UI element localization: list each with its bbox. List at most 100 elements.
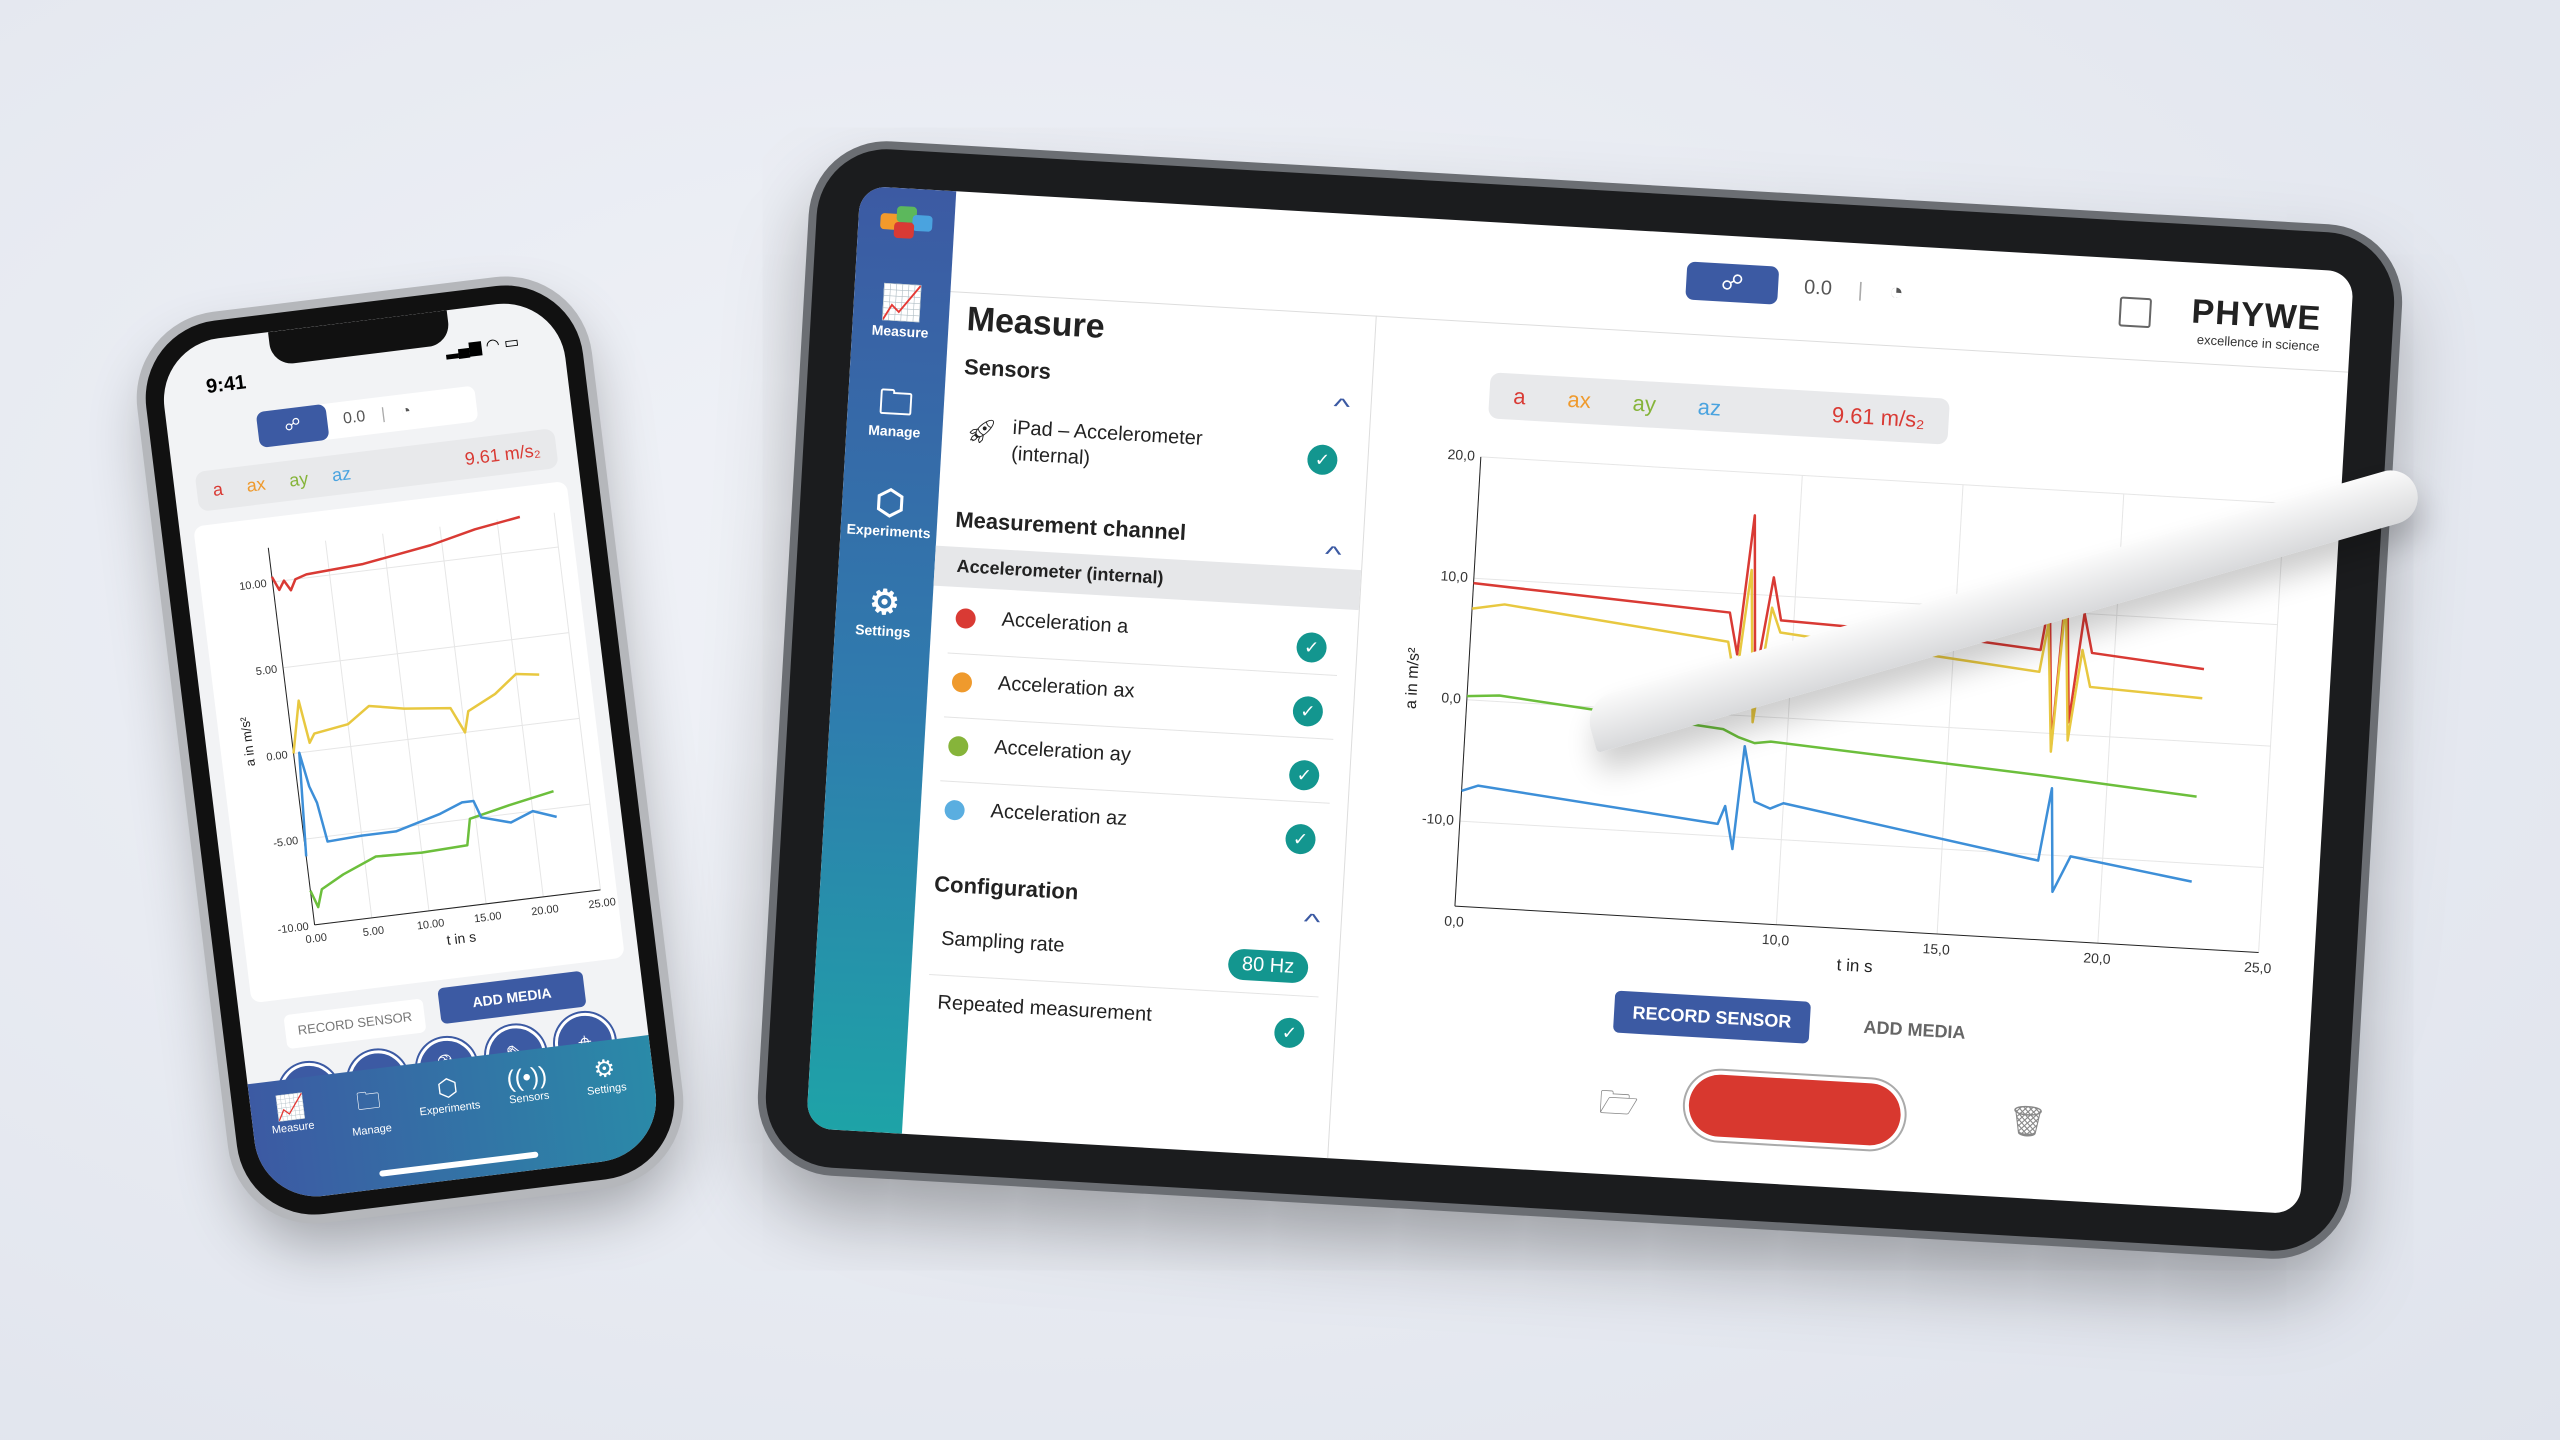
nav-manage[interactable]: 🗀 Manage	[327, 1079, 413, 1141]
sidebar-item-experiments[interactable]: ⬡ Experiments	[840, 480, 939, 541]
grid-line	[1459, 820, 2264, 868]
y-tick-label: 0,0	[1441, 689, 1462, 706]
series-line-ay	[309, 789, 554, 909]
rocket-icon: 🚀︎	[965, 417, 998, 446]
config-heading: Configuration	[933, 871, 1080, 905]
record-button[interactable]	[1687, 1072, 1903, 1148]
check-icon[interactable]: ✓	[1306, 443, 1339, 476]
view-toggle: ☍ 0.0 | ◔	[1685, 261, 1904, 311]
record-sensor-button[interactable]: RECORD SENSOR	[1612, 990, 1812, 1044]
legend-ay[interactable]: ay	[1632, 391, 1657, 418]
x-tick-label: 0,0	[1444, 913, 1465, 930]
numeric-view-value[interactable]: 0.0	[1803, 276, 1833, 301]
x-axis	[1454, 905, 2259, 953]
grid-line	[439, 526, 487, 904]
series-line-ax	[292, 672, 540, 754]
add-media-button[interactable]: ADD MEDIA	[437, 970, 587, 1025]
nav-settings[interactable]: ⚙ Settings	[563, 1050, 647, 1100]
legend-ax[interactable]: ax	[245, 473, 266, 496]
add-media-button[interactable]: ADD MEDIA	[1863, 1017, 1966, 1044]
check-icon[interactable]: ✓	[1284, 823, 1317, 855]
chevron-up-icon[interactable]: ^	[1303, 908, 1321, 935]
cubes-icon: ⬡	[874, 483, 907, 523]
legend-a[interactable]: a	[1513, 384, 1527, 411]
page-title: Measure	[965, 300, 1106, 346]
phone-screen: 9:41 ▂▄▆ ◠ ▭ ☍ 0.0 | ◔ a ax ay az 9.61 m/s…	[156, 296, 664, 1204]
check-icon[interactable]: ✓	[1295, 631, 1328, 664]
graph-icon: ☍	[283, 415, 302, 435]
x-tick-label: 5.00	[362, 925, 385, 940]
y-tick-label: 10.00	[239, 578, 268, 593]
check-icon[interactable]: ✓	[1288, 759, 1321, 792]
check-icon[interactable]: ✓	[1292, 695, 1324, 728]
chart-icon: 📈	[274, 1092, 308, 1123]
sampling-rate-value[interactable]: 80 Hz	[1227, 948, 1309, 984]
x-tick-label: 25,0	[2244, 959, 2272, 977]
grid-line	[1936, 484, 1964, 934]
graph-view-button[interactable]: ☍	[1685, 261, 1780, 305]
trash-icon[interactable]: 🗑︎	[2007, 1103, 2048, 1140]
nav-sensors[interactable]: ((•)) Sensors	[485, 1059, 569, 1108]
grid-line	[2258, 503, 2285, 953]
y-tick-label: -10,0	[1422, 810, 1455, 828]
phone-chart: 0.00 5.00 10.00 15.00 20.00 25.00 10.00 5.00 0.0…	[193, 480, 625, 1004]
gauge-icon[interactable]: ◔	[400, 402, 412, 421]
legend-az[interactable]: az	[1697, 394, 1722, 421]
series-line-az	[298, 751, 557, 857]
divider: |	[1857, 278, 1864, 302]
nav-experiments[interactable]: ⬡ Experiments	[406, 1069, 490, 1119]
phone-device: 9:41 ▂▄▆ ◠ ▭ ☍ 0.0 | ◔ a ax ay az 9.61 m/s…	[136, 276, 684, 1224]
gear-icon: ⚙	[868, 582, 901, 623]
chevron-up-icon[interactable]: ^	[1324, 541, 1342, 568]
y-axis	[1454, 456, 1482, 907]
x-tick-label: 0.00	[305, 932, 328, 947]
legend-a[interactable]: a	[212, 478, 225, 500]
grid-line	[1466, 699, 2271, 747]
sidebar-item-manage[interactable]: 🗀 Manage	[846, 380, 945, 441]
y-axis-label: a in m/s²	[1403, 647, 1424, 710]
divider: |	[380, 405, 387, 423]
x-tick-label: 15.00	[473, 910, 502, 925]
current-reading: 9.61 m/s₂	[1831, 402, 1926, 433]
y-tick-label: 5.00	[255, 664, 278, 679]
chevron-up-icon[interactable]: ^	[1332, 393, 1350, 420]
graph-icon: ☍	[1720, 269, 1745, 296]
grid-line	[1480, 456, 2285, 504]
x-tick-label: 10.00	[416, 917, 445, 932]
legend-az[interactable]: az	[331, 463, 352, 486]
channel-legend: a ax ay az 9.61 m/s₂	[1488, 372, 1950, 445]
legend-ay[interactable]: ay	[288, 468, 309, 491]
app-logo	[879, 205, 935, 242]
x-tick-label: 20,0	[2083, 949, 2111, 967]
legend-ax[interactable]: ax	[1567, 387, 1592, 414]
y-tick-label: 20,0	[1447, 446, 1475, 464]
nav-measure[interactable]: 📈 Measure	[249, 1088, 333, 1138]
channel-heading: Measurement channel	[954, 506, 1187, 546]
folder-icon: 🗀	[354, 1086, 383, 1117]
numeric-view-value[interactable]: 0.0	[342, 408, 366, 429]
sidebar-item-settings[interactable]: ⚙ Settings	[834, 580, 933, 641]
table-icon[interactable]	[2118, 296, 2153, 329]
folder-save-icon[interactable]: 🗁	[1597, 1080, 1640, 1136]
x-tick-label: 20.00	[531, 903, 560, 918]
y-axis-label: a in m/s²	[237, 715, 258, 767]
record-sensor-button[interactable]: RECORD SENSOR	[283, 998, 427, 1050]
x-axis-label: t in s	[1836, 955, 1873, 976]
sidebar-item-measure[interactable]: 📈 Measure	[852, 281, 951, 342]
gauge-icon[interactable]: ◔	[1888, 278, 1904, 307]
gear-icon: ⚙	[592, 1054, 617, 1084]
sensor-item[interactable]: 🚀︎ iPad – Accelerometer (internal) ✓	[958, 402, 1352, 504]
grid-line	[553, 512, 601, 890]
grid-line	[496, 519, 544, 897]
status-time: 9:41	[204, 371, 248, 399]
x-tick-label: 15,0	[1922, 940, 1950, 958]
current-reading: 9.61 m/s₂	[463, 439, 542, 469]
check-icon[interactable]: ✓	[1273, 1016, 1306, 1049]
bottom-nav: 📈 Measure 🗀 Manage ⬡ Experiments ((•)) Senso…	[247, 1035, 664, 1204]
chart-icon: 📈	[879, 283, 924, 324]
graph-view-button[interactable]: ☍	[255, 403, 330, 449]
folder-icon: 🗀	[877, 383, 915, 424]
home-indicator	[379, 1151, 539, 1177]
y-tick-label: -5.00	[273, 835, 299, 850]
color-dot	[944, 799, 966, 821]
